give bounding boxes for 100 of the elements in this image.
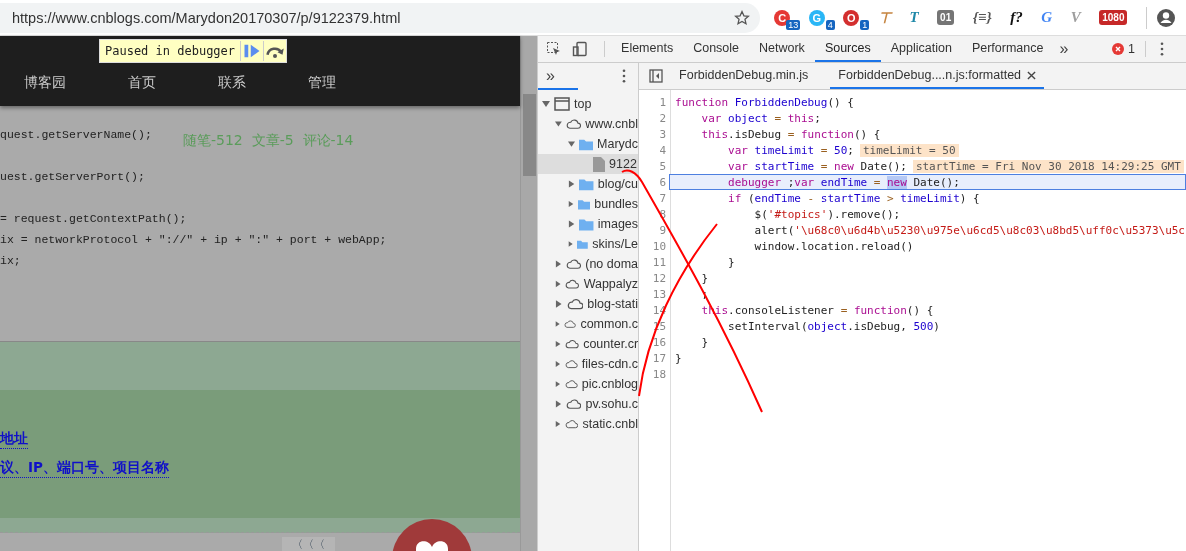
cloud-icon [565, 338, 580, 350]
device-toolbar-icon[interactable] [572, 41, 589, 57]
inline-value: startTime = Fri Nov 30 2018 14:29:25 GMT [912, 159, 1184, 173]
code-line: $('#topics').remove(); [753, 207, 901, 221]
tree-item[interactable]: blog-stati [538, 294, 639, 314]
frame-icon [554, 97, 571, 111]
line-number: 9 [658, 223, 667, 237]
cloud-icon [565, 258, 582, 270]
nav-link[interactable]: 管理 [308, 74, 336, 92]
extension-icon[interactable]: f? [1010, 5, 1033, 30]
expand-arrow-icon[interactable] [555, 300, 563, 308]
expand-arrow-icon[interactable] [568, 140, 576, 148]
more-tabs-button[interactable]: » [1053, 36, 1075, 62]
line-number: 17 [651, 351, 667, 365]
cloud-icon [565, 118, 582, 130]
folder-icon [579, 137, 594, 151]
expand-arrow-icon[interactable] [542, 100, 551, 108]
line-number: 12 [651, 271, 667, 285]
tree-item[interactable]: www.cnbl [538, 114, 639, 134]
code-line: setInterval(object.isDebug, 500) [727, 319, 940, 333]
code-line: quest.getServerName(); [0, 128, 152, 143]
nav-link[interactable]: 联系 [218, 74, 246, 92]
devtools-tab[interactable]: Network [749, 36, 815, 62]
code-line: ix; [0, 254, 21, 269]
code-line: = request.getContextPath(); [0, 212, 187, 227]
cloud-icon [564, 378, 578, 390]
devtools-tab[interactable]: Application [880, 36, 962, 62]
close-icon[interactable] [1027, 70, 1037, 80]
code-line: } [700, 335, 709, 349]
folder-icon [578, 197, 591, 211]
profile-avatar-icon[interactable] [1155, 7, 1176, 28]
collapse-button[interactable]: 〈〈〈 [282, 537, 335, 551]
navigator-more-button[interactable]: » [546, 66, 555, 85]
devtools-tab[interactable]: Performance [961, 36, 1054, 62]
inline-value: timeLimit = 50 [859, 143, 959, 157]
tree-item[interactable]: 9122 [538, 154, 639, 174]
tree-item[interactable]: images [538, 214, 639, 234]
tree-item[interactable]: bundles [538, 194, 639, 214]
blog-stats: 随笔-512 文章-5 评论-14 [183, 132, 354, 150]
file-tab[interactable]: ForbiddenDebug.min.js [671, 63, 817, 89]
line-number: 18 [651, 367, 667, 381]
article-link[interactable]: 议、IP、端口号、项目名称 [0, 459, 169, 478]
step-over-icon[interactable] [263, 41, 287, 61]
article-link[interactable]: 地址 [0, 430, 28, 449]
tree-item[interactable]: (no doma [538, 254, 639, 274]
expand-arrow-icon[interactable] [568, 220, 576, 228]
tree-item[interactable]: pic.cnblog [538, 374, 639, 394]
paused-text: Paused in debugger [104, 44, 237, 58]
bookmark-star-icon[interactable] [734, 9, 750, 26]
code-line: ix = networkProtocol + "://" + ip + ":" + port + webApp; [0, 233, 387, 248]
error-icon [1112, 43, 1125, 55]
expand-arrow-icon[interactable] [555, 280, 562, 288]
tree-item[interactable]: blog/cu [538, 174, 639, 194]
expand-arrow-icon[interactable] [555, 120, 562, 128]
line-number: 3 [658, 127, 667, 141]
devtools-tab[interactable]: Elements [611, 36, 684, 62]
expand-arrow-icon[interactable] [555, 380, 561, 388]
expand-arrow-icon[interactable] [555, 340, 562, 348]
code-line: if (endTime - startTime > timeLimit) { [727, 191, 980, 205]
devtools-tab[interactable]: Console [683, 36, 750, 62]
error-count[interactable]: 1 [1112, 36, 1139, 62]
tree-item[interactable]: skins/Le [538, 234, 639, 254]
error-count-text: 1 [1128, 42, 1135, 56]
expand-arrow-icon[interactable] [568, 200, 575, 208]
expand-arrow-icon[interactable] [568, 180, 576, 188]
tree-item[interactable]: top [538, 94, 639, 114]
cloud-icon [565, 278, 580, 290]
file-icon [593, 156, 606, 172]
folder-icon [579, 217, 594, 231]
nav-link[interactable]: 博客园 [24, 74, 66, 92]
tree-item[interactable]: Marydc [538, 134, 639, 154]
kebab-menu-icon[interactable] [1160, 42, 1164, 56]
extension-icon[interactable]: G [1041, 5, 1063, 30]
tree-item[interactable]: files-cdn.c [538, 354, 639, 374]
expand-arrow-icon[interactable] [555, 320, 561, 328]
tree-item[interactable]: common.c [538, 314, 639, 334]
tree-item[interactable]: static.cnbl [538, 414, 639, 434]
cloud-icon [566, 298, 584, 310]
expand-arrow-icon[interactable] [555, 360, 561, 368]
tree-item[interactable]: Wappalyz [538, 274, 639, 294]
cloud-icon [565, 418, 579, 430]
kebab-menu-icon[interactable] [622, 68, 627, 83]
page-scrollbar[interactable] [520, 36, 538, 551]
line-number: 16 [651, 335, 667, 349]
address-bar[interactable]: https://www.cnblogs.com/Marydon20170307/p/9122379.html [0, 2, 760, 33]
nav-link[interactable]: 首页 [128, 74, 156, 92]
code-line: uest.getServerPort(); [0, 170, 145, 185]
expand-arrow-icon[interactable] [555, 420, 561, 428]
code-line: var object = this; [700, 111, 821, 125]
line-number: 11 [651, 255, 667, 269]
toggle-navigator-icon[interactable] [649, 69, 664, 83]
expand-arrow-icon[interactable] [568, 240, 574, 248]
extension-icon[interactable]: {≡} [972, 5, 1002, 30]
tree-item[interactable]: counter.cr [538, 334, 639, 354]
expand-arrow-icon[interactable] [555, 260, 562, 268]
cloud-icon [564, 358, 578, 370]
tree-item[interactable]: pv.sohu.c [538, 394, 639, 414]
line-number: 13 [651, 287, 667, 301]
extension-icon[interactable]: T [909, 5, 929, 30]
expand-arrow-icon[interactable] [555, 400, 562, 408]
